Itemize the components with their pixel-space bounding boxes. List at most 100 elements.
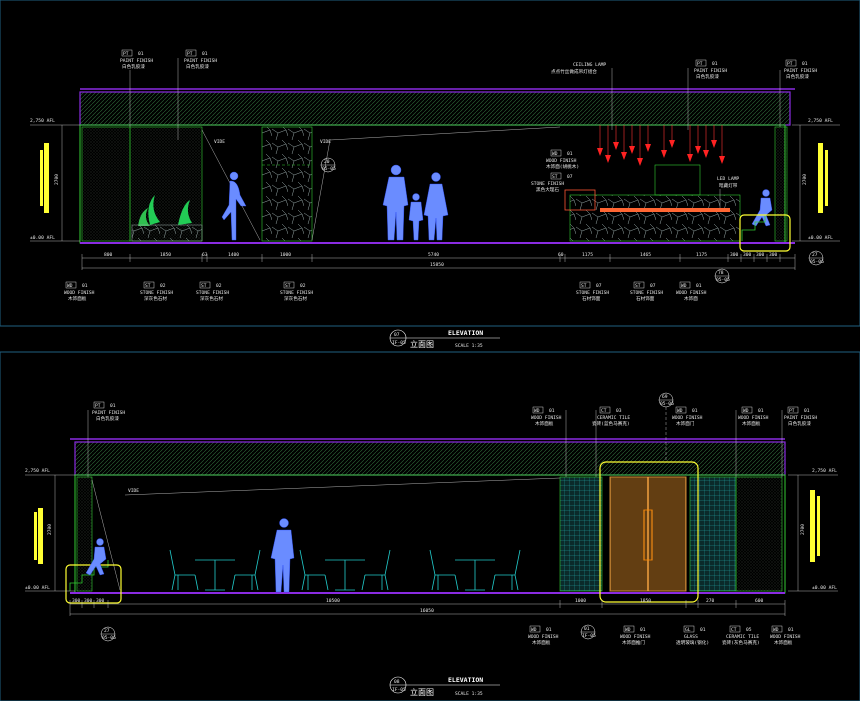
svg-text:瓷砖(蓝色马赛克): 瓷砖(蓝色马赛克) [592, 420, 630, 427]
svg-text:1000: 1000 [280, 252, 291, 258]
svg-text:300: 300 [72, 598, 81, 604]
bottom-title-en: ELEVATION [448, 676, 483, 684]
svg-text:PT: PT [187, 51, 193, 57]
svg-text:WD: WD [677, 408, 683, 414]
svg-text:1000: 1000 [575, 598, 586, 604]
svg-text:白色乳胶漆: 白色乳胶漆 [788, 420, 811, 427]
svg-text:1400: 1400 [228, 252, 239, 258]
svg-text:01: 01 [110, 403, 116, 409]
svg-text:1465: 1465 [640, 252, 651, 258]
svg-text:01: 01 [692, 408, 698, 414]
svg-text:01: 01 [712, 61, 718, 67]
top-stone-panel-left [81, 126, 131, 242]
svg-text:16050: 16050 [420, 608, 434, 614]
svg-text:01: 01 [640, 627, 646, 633]
svg-text:2700: 2700 [802, 174, 808, 185]
svg-text:白色乳胶漆: 白色乳胶漆 [786, 73, 809, 80]
svg-text:白色乳胶漆: 白色乳胶漆 [122, 63, 145, 70]
svg-text:白色乳胶漆: 白色乳胶漆 [696, 73, 719, 80]
svg-text:300: 300 [96, 598, 105, 604]
svg-text:白色乳胶漆: 白色乳胶漆 [186, 63, 209, 70]
svg-text:03: 03 [616, 408, 622, 414]
svg-text:02: 02 [160, 283, 166, 289]
svg-text:透明玻璃(钢化): 透明玻璃(钢化) [676, 639, 709, 646]
top-stone-column [261, 126, 313, 242]
svg-text:78: 78 [718, 270, 724, 276]
svg-text:PT: PT [95, 403, 101, 409]
svg-text:WOOD FINISH: WOOD FINISH [546, 158, 577, 164]
svg-text:ST: ST [201, 283, 207, 289]
svg-text:黑色大理石: 黑色大理石 [536, 186, 559, 193]
svg-text:CT: CT [601, 408, 607, 414]
svg-text:600: 600 [755, 598, 764, 604]
svg-text:CERAMIC TILE: CERAMIC TILE [597, 415, 630, 421]
svg-text:木饰面板: 木饰面板 [532, 639, 551, 646]
svg-text:STONE FINISH: STONE FINISH [280, 290, 313, 296]
svg-text:300: 300 [743, 252, 752, 258]
bottom-stone-panel-right [735, 476, 783, 592]
svg-text:WD: WD [681, 283, 687, 289]
top-title-number: 07 [394, 332, 400, 338]
svg-text:05-06: 05-06 [102, 635, 116, 641]
svg-text:WOOD FINISH: WOOD FINISH [531, 415, 562, 421]
drawing-canvas: VIDE VIDE 2,750 AFL ±0.00 AFL 2,750 AFL … [0, 0, 860, 701]
svg-text:01: 01 [549, 408, 555, 414]
svg-text:PAINT FINISH: PAINT FINISH [92, 410, 125, 416]
svg-text:2,750 AFL: 2,750 AFL [30, 118, 55, 124]
svg-text:ST: ST [635, 283, 641, 289]
svg-text:IF-05: IF-05 [582, 633, 596, 639]
bottom-title-cn: 立面图 [410, 687, 434, 697]
svg-text:02: 02 [300, 283, 306, 289]
svg-text:05-06: 05-06 [810, 259, 824, 265]
top-ceiling-band [79, 91, 791, 126]
svg-text:PT: PT [697, 61, 703, 67]
svg-text:木饰面板: 木饰面板 [535, 420, 554, 427]
svg-text:05-05: 05-05 [716, 277, 730, 283]
svg-text:15850: 15850 [430, 262, 444, 268]
svg-text:石材饰面: 石材饰面 [582, 295, 601, 302]
svg-text:木饰面: 木饰面 [684, 295, 698, 302]
svg-text:1850: 1850 [640, 598, 651, 604]
top-void-label-2: VIDE [320, 139, 331, 145]
svg-text:5740: 5740 [428, 252, 439, 258]
svg-text:01: 01 [584, 626, 590, 632]
svg-text:01: 01 [546, 627, 552, 633]
svg-text:300: 300 [769, 252, 778, 258]
svg-text:27: 27 [104, 628, 110, 634]
svg-text:STONE FINISH: STONE FINISH [196, 290, 229, 296]
svg-text:20: 20 [324, 159, 330, 165]
tile-wall-right [689, 476, 737, 592]
bottom-void-label: VIDE [128, 488, 139, 494]
svg-text:01: 01 [567, 151, 573, 157]
svg-text:ST: ST [145, 283, 151, 289]
svg-text:PAINT FINISH: PAINT FINISH [694, 68, 727, 74]
svg-text:63: 63 [202, 252, 208, 258]
svg-text:WOOD FINISH: WOOD FINISH [770, 634, 801, 640]
top-elevation: VIDE VIDE 2,750 AFL ±0.00 AFL 2,750 AFL … [0, 0, 860, 349]
svg-text:深灰色石材: 深灰色石材 [284, 295, 307, 302]
svg-text:石材饰面: 石材饰面 [636, 295, 655, 302]
svg-text:CT: CT [731, 627, 737, 633]
svg-text:±0.00 AFL: ±0.00 AFL [808, 235, 833, 241]
svg-text:WD: WD [552, 151, 558, 157]
svg-text:CERAMIC TILE: CERAMIC TILE [726, 634, 759, 640]
bottom-right-yellow-light [810, 490, 815, 562]
svg-text:02: 02 [216, 283, 222, 289]
top-title-cn: 立面图 [410, 339, 434, 349]
svg-text:白色乳胶漆: 白色乳胶漆 [96, 415, 119, 422]
top-title-en: ELEVATION [448, 329, 483, 337]
svg-text:PT: PT [787, 61, 793, 67]
svg-text:木饰面板: 木饰面板 [742, 420, 761, 427]
svg-text:PAINT FINISH: PAINT FINISH [784, 68, 817, 74]
wooden-door [599, 461, 699, 603]
svg-text:IF-05: IF-05 [392, 687, 406, 693]
svg-text:69: 69 [662, 394, 668, 400]
svg-text:270: 270 [706, 598, 715, 604]
svg-text:木饰面门: 木饰面门 [676, 420, 695, 427]
svg-text:07: 07 [567, 174, 573, 180]
svg-text:WD: WD [773, 627, 779, 633]
svg-text:暗藏灯带: 暗藏灯带 [719, 182, 738, 189]
svg-text:PAINT FINISH: PAINT FINISH [184, 58, 217, 64]
svg-text:WD: WD [534, 408, 540, 414]
svg-text:05: 05 [746, 627, 752, 633]
